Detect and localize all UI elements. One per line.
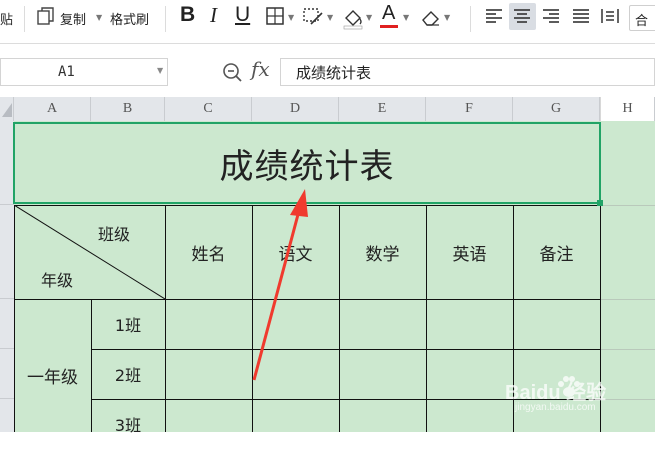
underline-button[interactable]: U bbox=[235, 3, 250, 27]
table-border bbox=[14, 205, 15, 432]
fill-color-dropdown-icon[interactable]: ▼ bbox=[366, 13, 372, 22]
column-header-d[interactable]: D bbox=[252, 97, 339, 121]
table-border bbox=[426, 205, 427, 432]
column-header-b[interactable]: B bbox=[91, 97, 165, 121]
header-math[interactable]: 数学 bbox=[339, 205, 426, 299]
bold-button[interactable]: B bbox=[180, 3, 195, 27]
italic-button[interactable]: I bbox=[210, 3, 217, 28]
table-border bbox=[339, 205, 340, 432]
font-color-dropdown-icon[interactable]: ▼ bbox=[403, 13, 409, 22]
toolbar-separator bbox=[24, 6, 25, 32]
table-border bbox=[165, 205, 166, 432]
format-painter-button[interactable]: 格式刷 bbox=[110, 9, 149, 28]
grade-cell[interactable]: 一年级 bbox=[14, 299, 91, 451]
name-box[interactable] bbox=[0, 58, 168, 86]
align-left-icon[interactable] bbox=[484, 6, 504, 30]
row-header-4[interactable] bbox=[0, 349, 14, 399]
column-header-h[interactable]: H bbox=[600, 97, 655, 121]
row-header-2[interactable] bbox=[0, 205, 14, 299]
border-icon[interactable] bbox=[265, 6, 285, 30]
merge-button[interactable]: 合 bbox=[629, 5, 655, 31]
copy-icon[interactable] bbox=[36, 6, 56, 32]
gridline bbox=[600, 299, 655, 300]
column-header-a[interactable]: A bbox=[14, 97, 91, 121]
cell-style-icon[interactable] bbox=[302, 6, 324, 32]
header-notes[interactable]: 备注 bbox=[513, 205, 600, 299]
fill-handle[interactable] bbox=[597, 200, 603, 206]
copy-dropdown-icon[interactable]: ▼ bbox=[96, 13, 102, 22]
annotation-arrow bbox=[252, 189, 308, 381]
fill-color-icon[interactable] bbox=[342, 6, 364, 34]
table-border bbox=[91, 299, 92, 432]
fx-insert-function-button[interactable]: fx bbox=[251, 57, 270, 81]
class-cell-1[interactable]: 1班 bbox=[91, 299, 165, 349]
font-color-swatch bbox=[380, 25, 398, 28]
class-cell-3[interactable]: 3班 bbox=[91, 399, 165, 449]
select-all-corner[interactable] bbox=[0, 97, 14, 121]
distributed-align-icon[interactable] bbox=[600, 6, 620, 30]
row-header-1[interactable] bbox=[0, 121, 14, 205]
gridline bbox=[600, 205, 655, 206]
align-center-icon bbox=[512, 6, 532, 30]
column-header-c[interactable]: C bbox=[165, 97, 252, 121]
row-header-5[interactable] bbox=[0, 399, 14, 432]
toolbar-separator bbox=[470, 6, 471, 32]
header-name[interactable]: 姓名 bbox=[165, 205, 252, 299]
justify-icon[interactable] bbox=[571, 6, 591, 30]
column-header-g[interactable]: G bbox=[513, 97, 600, 121]
toolbar: 贴 复制 ▼ 格式刷 B I U ▼ ▼ ▼ A ▼ ▼ 合 bbox=[0, 0, 655, 44]
name-box-value: A1 bbox=[58, 64, 75, 80]
column-header-e[interactable]: E bbox=[339, 97, 426, 121]
diagonal-header-cell[interactable]: 班级 年级 bbox=[14, 205, 165, 299]
watermark-url: jingyan.baidu.com bbox=[515, 402, 596, 413]
class-cell-2[interactable]: 2班 bbox=[91, 349, 165, 399]
cell-style-dropdown-icon[interactable]: ▼ bbox=[327, 13, 333, 22]
toolbar-separator bbox=[165, 6, 166, 32]
watermark-brand: Baidu 经验 bbox=[505, 382, 607, 404]
copy-button[interactable]: 复制 bbox=[60, 9, 86, 28]
paste-button[interactable]: 贴 bbox=[0, 9, 13, 28]
watermark: Baidu 经验 jingyan.baidu.com bbox=[505, 375, 655, 432]
zoom-find-icon[interactable] bbox=[220, 60, 244, 88]
table-border bbox=[91, 349, 600, 350]
font-color-button[interactable]: A bbox=[382, 2, 395, 25]
column-header-f[interactable]: F bbox=[426, 97, 513, 121]
formula-content: 成绩统计表 bbox=[296, 64, 372, 82]
row-header-3[interactable] bbox=[0, 299, 14, 349]
merge-label: 合 bbox=[635, 14, 649, 29]
align-center-button[interactable] bbox=[509, 3, 536, 30]
border-dropdown-icon[interactable]: ▼ bbox=[288, 13, 294, 22]
eraser-icon[interactable] bbox=[420, 6, 442, 32]
gridline bbox=[600, 349, 655, 350]
diagonal-bottom-label: 年级 bbox=[41, 271, 74, 290]
header-english[interactable]: 英语 bbox=[426, 205, 513, 299]
diagonal-top-label: 班级 bbox=[98, 225, 131, 244]
eraser-dropdown-icon[interactable]: ▼ bbox=[444, 13, 450, 22]
align-right-icon[interactable] bbox=[541, 6, 561, 30]
name-box-dropdown-icon[interactable]: ▼ bbox=[157, 66, 163, 75]
